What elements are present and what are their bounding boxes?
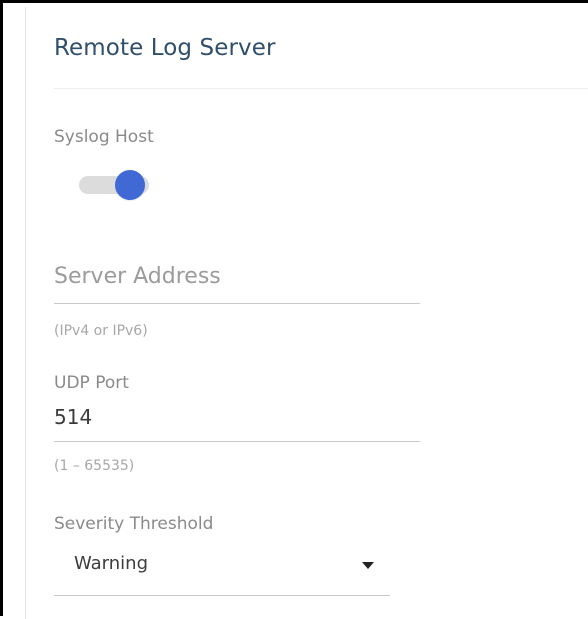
syslog-host-toggle[interactable]	[79, 170, 151, 200]
panel-title: Remote Log Server	[54, 35, 276, 61]
severity-threshold-select[interactable]: Warning	[54, 543, 390, 596]
chevron-down-icon	[362, 562, 374, 569]
window-frame: Remote Log Server Syslog Host Server Add…	[0, 0, 588, 619]
udp-port-input[interactable]: 514	[54, 405, 92, 429]
severity-threshold-value: Warning	[74, 553, 149, 574]
syslog-host-label: Syslog Host	[54, 127, 154, 147]
server-address-placeholder: Server Address	[54, 264, 221, 289]
server-address-field[interactable]: Server Address	[54, 264, 420, 304]
udp-port-underline	[54, 441, 420, 442]
server-address-underline	[54, 303, 420, 304]
severity-threshold-underline	[54, 595, 390, 596]
title-divider	[54, 88, 588, 89]
remote-log-server-panel: Remote Log Server Syslog Host Server Add…	[25, 7, 588, 619]
udp-port-label: UDP Port	[54, 373, 129, 393]
server-address-hint: (IPv4 or IPv6)	[54, 323, 148, 339]
severity-threshold-label: Severity Threshold	[54, 514, 214, 534]
toggle-knob	[115, 170, 145, 200]
udp-port-hint: (1 – 65535)	[54, 458, 135, 474]
